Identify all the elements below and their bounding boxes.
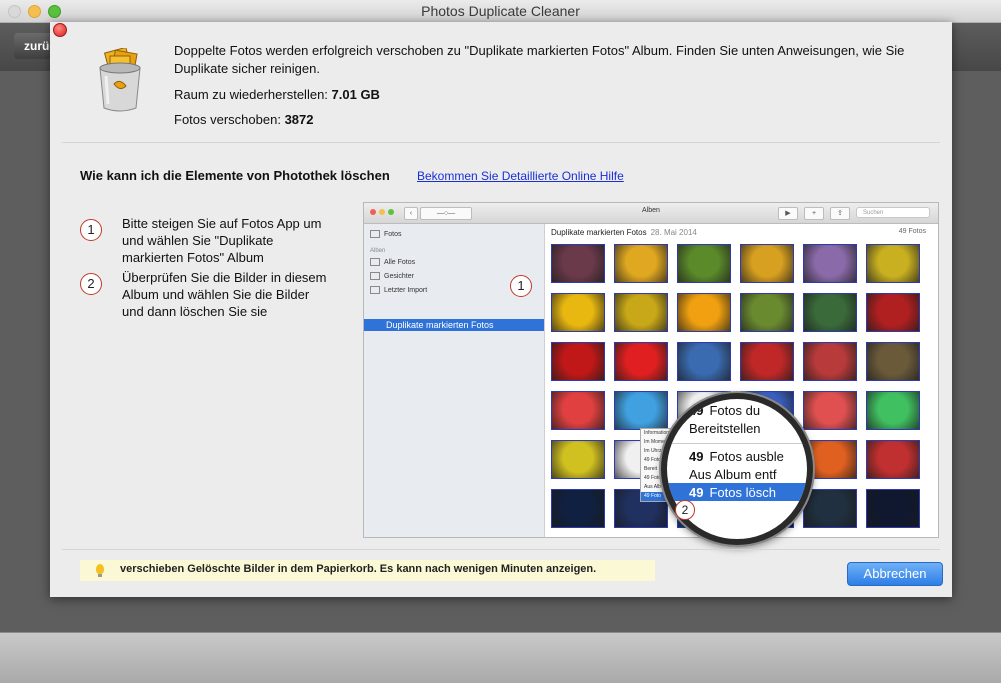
- faces-icon: [370, 272, 380, 280]
- photo-thumbnail: [551, 489, 605, 528]
- cancel-button[interactable]: Abbrechen: [847, 562, 943, 586]
- moved-photos-stat: Fotos verschoben: 3872: [174, 112, 314, 127]
- photo-thumbnail: [551, 342, 605, 381]
- photo-thumbnail: [803, 244, 857, 283]
- magnifier-line-4: Aus Album entf: [689, 467, 777, 482]
- magnifier-line-5: 49 Fotos lösch: [689, 485, 776, 500]
- result-sheet: Doppelte Fotos werden erfolgreich versch…: [50, 22, 952, 597]
- screenshot-share-icon: ⇪: [830, 207, 850, 220]
- photo-thumbnail: [803, 489, 857, 528]
- screenshot-album-header: Duplikate markierten Fotos 28. Mai 2014: [551, 228, 697, 237]
- photo-thumbnail: [740, 342, 794, 381]
- photo-thumbnail: [866, 293, 920, 332]
- magnifier-separator: [667, 443, 807, 444]
- app-icon: [99, 48, 141, 112]
- photo-thumbnail: [677, 244, 731, 283]
- lightbulb-icon: [96, 564, 104, 577]
- album-icon: [370, 258, 380, 266]
- photo-thumbnail: [677, 293, 731, 332]
- magnifier-line-3: 49 Fotos ausble: [689, 449, 784, 464]
- step-1-text: Bitte steigen Sie auf Fotos App um und w…: [122, 216, 322, 265]
- screenshot-search-field: Suchen: [856, 207, 930, 218]
- magnifier-line-1: 49 Fotos du: [689, 403, 761, 418]
- screenshot-step-1-badge: 1: [510, 275, 532, 297]
- photo-thumbnail: [866, 391, 920, 430]
- photo-thumbnail: [803, 391, 857, 430]
- sheet-close-icon[interactable]: [53, 23, 67, 37]
- photo-thumbnail: [803, 293, 857, 332]
- screenshot-sidebar-section: Alben: [370, 248, 386, 254]
- step-2-number: 2: [80, 273, 102, 295]
- photo-thumbnail: [614, 342, 668, 381]
- screenshot-window-title: Alben: [642, 207, 660, 214]
- magnifier-line-2: Bereitstellen: [689, 421, 761, 436]
- clock-icon: [370, 286, 380, 294]
- screenshot-sidebar-item: Gesichter: [370, 272, 414, 280]
- screenshot-sidebar-item: Letzter Import: [370, 286, 427, 294]
- screenshot-sidebar: Fotos Alben Alle Fotos Gesichter Letzter…: [364, 224, 545, 537]
- screenshot-sidebar-fotos: Fotos: [370, 230, 402, 238]
- photo-thumbnail: [803, 342, 857, 381]
- screenshot-add-icon: +: [804, 207, 824, 220]
- bottom-divider: [62, 549, 940, 550]
- photo-thumbnail: [866, 244, 920, 283]
- photo-thumbnail: [866, 489, 920, 528]
- photo-thumbnail: [866, 440, 920, 479]
- screenshot-sidebar-selected: Duplikate markierten Fotos: [364, 319, 544, 331]
- photos-icon: [370, 230, 380, 238]
- step-2-text: Überprüfen Sie die Bilder in diesem Albu…: [122, 270, 327, 319]
- screenshot-step-2-badge: 2: [675, 500, 695, 520]
- screenshot-play-icon: ▶: [778, 207, 798, 220]
- moved-value: 3872: [284, 112, 314, 127]
- restore-label: Raum zu wiederherstellen:: [174, 87, 328, 102]
- tip-text: verschieben Gelöschte Bilder in dem Papi…: [120, 563, 597, 575]
- moved-label: Fotos verschoben:: [174, 112, 281, 127]
- screenshot-album-count: 49 Fotos: [898, 228, 926, 235]
- photo-thumbnail: [551, 244, 605, 283]
- screenshot-titlebar: ‹ —○— Alben ▶ + ⇪ Suchen: [364, 203, 938, 224]
- screenshot-magnifier: 49 Fotos du Bereitstellen 49 Fotos ausble …: [661, 393, 813, 545]
- success-message: Doppelte Fotos werden erfolgreich versch…: [174, 43, 905, 76]
- photo-thumbnail: [614, 293, 668, 332]
- photo-thumbnail: [740, 244, 794, 283]
- photo-thumbnail: [614, 244, 668, 283]
- photo-thumbnail: [740, 293, 794, 332]
- bottom-bar: [0, 632, 1001, 683]
- photo-thumbnail: [866, 342, 920, 381]
- photo-thumbnail: [551, 293, 605, 332]
- photo-thumbnail: [677, 342, 731, 381]
- window-title: Photos Duplicate Cleaner: [421, 3, 580, 19]
- tip-banner: verschieben Gelöschte Bilder in dem Papi…: [80, 560, 655, 581]
- photo-thumbnail: [551, 391, 605, 430]
- restore-space-stat: Raum zu wiederherstellen: 7.01 GB: [174, 87, 380, 102]
- step-1-number: 1: [80, 219, 102, 241]
- screenshot-sidebar-item: Alle Fotos: [370, 258, 415, 266]
- photo-thumbnail: [551, 440, 605, 479]
- window-titlebar: Photos Duplicate Cleaner: [0, 0, 1001, 23]
- divider: [62, 142, 940, 143]
- howto-heading: Wie kann ich die Elemente von Photothek …: [80, 168, 390, 183]
- online-help-link[interactable]: Bekommen Sie Detaillierte Online Hilfe: [417, 169, 624, 183]
- photo-thumbnail: [614, 391, 668, 430]
- restore-value: 7.01 GB: [331, 87, 380, 102]
